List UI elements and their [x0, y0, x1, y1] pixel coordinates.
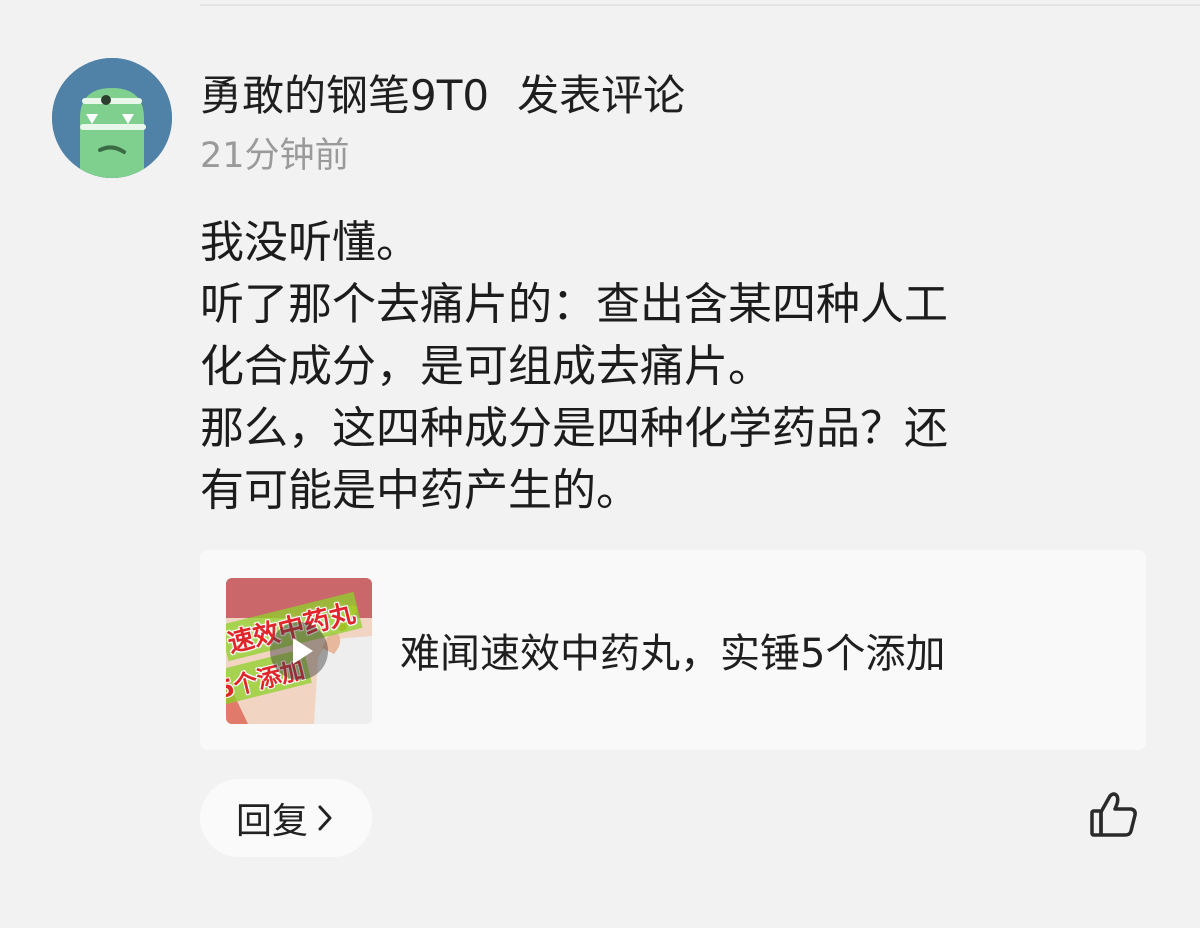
- avatar-cartoon-icon: [52, 58, 172, 178]
- video-card[interactable]: 速效中药丸 5个添加 难闻速效中药丸，实锤5个添加: [200, 550, 1146, 750]
- comment-action-label: 发表评论: [517, 70, 686, 120]
- chevron-right-icon: [318, 805, 332, 831]
- thumbs-up-icon[interactable]: [1089, 790, 1139, 840]
- top-divider: [200, 4, 1200, 6]
- reply-button[interactable]: 回复: [200, 779, 372, 857]
- comment-line: 听了那个去痛片的：查出含某四种人工: [200, 279, 948, 330]
- play-icon[interactable]: [270, 622, 328, 680]
- comment-line: 那么，这四种成分是四种化学药品？还: [200, 403, 948, 454]
- comment-line: 有可能是中药产生的。: [200, 465, 640, 516]
- comment-body: 我没听懂。 听了那个去痛片的：查出含某四种人工 化合成分，是可组成去痛片。 那么…: [200, 212, 1160, 522]
- comment-line: 我没听懂。: [200, 217, 420, 268]
- comment-timestamp: 21分钟前: [200, 135, 350, 176]
- avatar[interactable]: [52, 58, 172, 178]
- comment-header: 勇敢的钢笔9T0 发表评论: [200, 64, 685, 120]
- comment-line: 化合成分，是可组成去痛片。: [200, 341, 772, 392]
- reply-label: 回复: [235, 801, 308, 842]
- video-title[interactable]: 难闻速效中药丸，实锤5个添加: [400, 622, 945, 678]
- video-thumbnail[interactable]: 速效中药丸 5个添加: [226, 578, 372, 724]
- username[interactable]: 勇敢的钢笔9T0: [200, 62, 489, 123]
- comment-page: 勇敢的钢笔9T0 发表评论 21分钟前 我没听懂。 听了那个去痛片的：查出含某四…: [0, 0, 1200, 928]
